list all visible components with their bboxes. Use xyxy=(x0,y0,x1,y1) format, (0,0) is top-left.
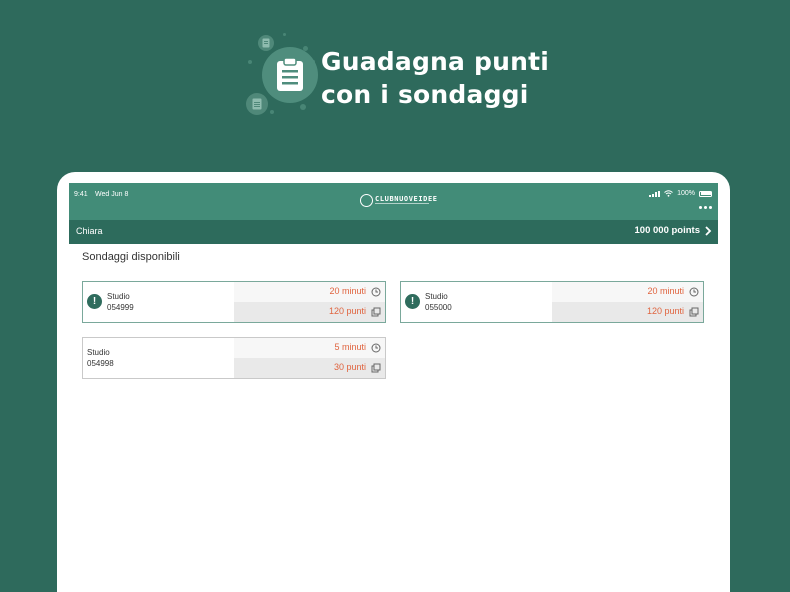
points-balance[interactable]: 100 000 points xyxy=(635,225,700,236)
survey-duration: 5 minuti xyxy=(334,342,366,352)
user-bar[interactable]: Chiara 100 000 points xyxy=(69,220,718,244)
logo-mark-icon xyxy=(360,194,373,207)
logo-text: CLUBNUOVEIDEE xyxy=(375,195,438,203)
status-bar: 9:41 Wed Jun 8 CLUBNUOVEIDEE 100% xyxy=(69,183,718,220)
promo-header: Guadagna punti con i sondaggi xyxy=(0,0,790,170)
survey-info: ! Studio 054999 xyxy=(83,282,234,322)
survey-info: ! Studio 055000 xyxy=(401,282,552,322)
decor-dot xyxy=(283,33,286,36)
battery-percent: 100% xyxy=(677,190,695,197)
duration-row: 20 minuti xyxy=(552,282,703,302)
clock-icon xyxy=(371,287,381,297)
survey-details: 20 minuti 120 punti xyxy=(234,282,385,322)
coins-icon xyxy=(689,307,699,317)
survey-type: Studio xyxy=(107,292,130,301)
reward-row: 120 punti xyxy=(234,302,385,322)
chevron-right-icon[interactable] xyxy=(704,225,712,237)
battery-icon xyxy=(699,190,712,197)
status-time: 9:41 xyxy=(74,191,88,198)
clipboard-icon xyxy=(262,47,318,103)
user-name: Chiara xyxy=(76,226,103,236)
survey-details: 5 minuti 30 punti xyxy=(234,338,385,378)
survey-code: 054999 xyxy=(107,303,134,312)
duration-row: 5 minuti xyxy=(234,338,385,358)
section-title: Sondaggi disponibili xyxy=(82,251,180,263)
logo-underline xyxy=(375,203,429,204)
status-indicators: 100% xyxy=(649,190,712,197)
headline-line-2: con i sondaggi xyxy=(321,80,529,109)
decor-dot xyxy=(248,60,252,64)
survey-code: 054998 xyxy=(87,359,114,368)
survey-type: Studio xyxy=(425,292,448,301)
duration-row: 20 minuti xyxy=(234,282,385,302)
small-clipboard-icon xyxy=(246,93,268,115)
wifi-icon xyxy=(664,190,673,197)
promo-headline: Guadagna punti con i sondaggi xyxy=(321,45,549,111)
survey-reward: 120 punti xyxy=(328,306,366,316)
signal-icon xyxy=(649,190,661,197)
exclamation-icon: ! xyxy=(405,294,420,309)
survey-reward: 30 punti xyxy=(333,362,366,372)
survey-label: Studio 054998 xyxy=(87,347,114,369)
survey-label: Studio 055000 xyxy=(425,291,452,313)
survey-type: Studio xyxy=(87,348,110,357)
survey-label: Studio 054999 xyxy=(107,291,134,313)
survey-duration: 20 minuti xyxy=(647,286,684,296)
tablet-frame: 9:41 Wed Jun 8 CLUBNUOVEIDEE 100% Chiara… xyxy=(57,172,730,592)
app-logo: CLUBNUOVEIDEE xyxy=(360,194,437,208)
reward-row: 120 punti xyxy=(552,302,703,322)
survey-reward: 120 punti xyxy=(646,306,684,316)
survey-card[interactable]: Studio 054998 5 minuti 30 punti xyxy=(82,337,386,379)
decor-dot xyxy=(300,104,306,110)
more-options-icon[interactable] xyxy=(699,206,712,209)
headline-line-1: Guadagna punti xyxy=(321,47,550,76)
survey-card[interactable]: ! Studio 055000 20 minuti 120 punti xyxy=(400,281,704,323)
status-date: Wed Jun 8 xyxy=(95,191,129,198)
survey-info: Studio 054998 xyxy=(83,338,234,378)
survey-code: 055000 xyxy=(425,303,452,312)
survey-card[interactable]: ! Studio 054999 20 minuti 120 punti xyxy=(82,281,386,323)
decor-dot xyxy=(270,110,274,114)
reward-row: 30 punti xyxy=(234,358,385,378)
survey-details: 20 minuti 120 punti xyxy=(552,282,703,322)
survey-duration: 20 minuti xyxy=(329,286,366,296)
small-clipboard-icon xyxy=(258,35,274,51)
exclamation-icon: ! xyxy=(87,294,102,309)
app-screen: 9:41 Wed Jun 8 CLUBNUOVEIDEE 100% Chiara… xyxy=(69,183,718,592)
clock-icon xyxy=(689,287,699,297)
coins-icon xyxy=(371,363,381,373)
clock-icon xyxy=(371,343,381,353)
coins-icon xyxy=(371,307,381,317)
